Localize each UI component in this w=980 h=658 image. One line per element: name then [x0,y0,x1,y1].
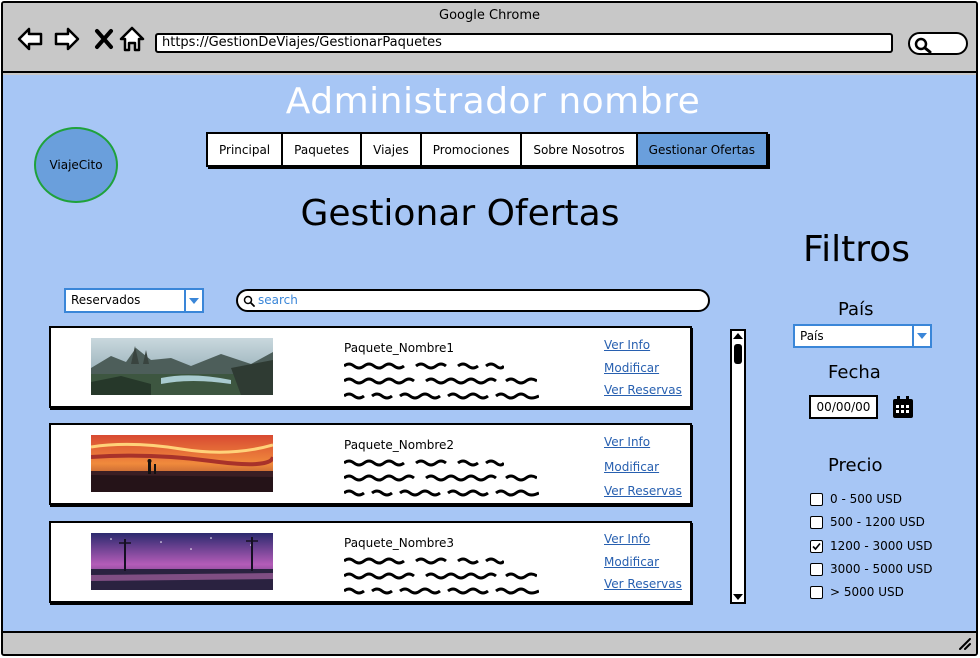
placeholder-text [344,489,539,497]
tab-gestionar-ofertas[interactable]: Gestionar Ofertas [637,134,766,165]
date-label: Fecha [828,362,881,383]
forward-arrow-icon[interactable] [53,25,81,53]
placeholder-text [344,459,504,467]
price-option-label: > 5000 USD [830,585,904,599]
view-reservations-link[interactable]: Ver Reservas [604,383,682,397]
close-icon[interactable] [91,25,119,53]
package-name: Paquete_Nombre1 [344,341,455,355]
scroll-thumb[interactable] [734,344,742,364]
search-placeholder: search [258,293,298,307]
package-image [91,435,273,492]
resize-grip-icon[interactable] [958,638,972,650]
package-name: Paquete_Nombre3 [344,536,455,550]
page-content: Administrador nombre ViajeCito Principal… [3,75,976,631]
calendar-icon[interactable] [892,396,914,419]
view-info-link[interactable]: Ver Info [604,338,650,352]
status-dropdown-value: Reservados [71,293,141,307]
tab-viajes[interactable]: Viajes [362,134,422,165]
placeholder-text [344,557,504,565]
placeholder-text [344,572,537,580]
status-dropdown[interactable]: Reservados [64,288,204,313]
chevron-down-icon[interactable] [184,290,202,311]
placeholder-text [344,362,504,370]
modify-link[interactable]: Modificar [604,460,659,474]
placeholder-text [344,474,537,482]
tab-paquetes[interactable]: Paquetes [283,134,363,165]
search-input[interactable]: search [236,289,710,312]
price-checkbox[interactable] [810,493,823,506]
country-dropdown-value: País [800,329,824,343]
price-checkbox[interactable] [810,516,823,529]
logo[interactable]: ViajeCito [34,127,118,203]
modify-link[interactable]: Modificar [604,361,659,375]
admin-title: Administrador nombre [285,81,701,122]
logo-text: ViajeCito [49,158,103,172]
price-checkbox[interactable] [810,563,823,576]
modify-link[interactable]: Modificar [604,555,659,569]
address-bar[interactable]: https://GestionDeViajes/GestionarPaquete… [155,33,893,53]
check-icon [812,542,821,551]
placeholder-text [344,587,539,595]
view-info-link[interactable]: Ver Info [604,435,650,449]
placeholder-text [344,392,539,400]
view-reservations-link[interactable]: Ver Reservas [604,577,682,591]
browser-title: Google Chrome [439,8,540,23]
package-card: Paquete_Nombre1 Ver Info Modificar Ver R… [49,326,692,408]
browser-status-bar [3,631,976,654]
price-option-label: 1200 - 3000 USD [830,539,933,553]
view-reservations-link[interactable]: Ver Reservas [604,484,682,498]
scroll-down-icon[interactable] [733,593,743,601]
view-info-link[interactable]: Ver Info [604,532,650,546]
browser-window: Google Chrome https://GestionDeViajes/Ge… [1,1,978,656]
magnifier-icon [914,37,932,53]
package-card: Paquete_Nombre3 Ver Info Modificar Ver R… [49,521,692,603]
tab-sobre-nosotros[interactable]: Sobre Nosotros [522,134,638,165]
price-option-label: 500 - 1200 USD [830,515,925,529]
price-label: Precio [828,455,883,476]
tab-promociones[interactable]: Promociones [421,134,523,165]
scroll-up-icon[interactable] [733,332,743,340]
country-label: País [838,299,874,320]
list-scrollbar[interactable] [730,329,746,604]
placeholder-text [344,377,537,385]
back-arrow-icon[interactable] [16,25,44,53]
chevron-down-icon[interactable] [912,326,930,346]
package-card: Paquete_Nombre2 Ver Info Modificar Ver R… [49,423,692,505]
package-name: Paquete_Nombre2 [344,438,455,452]
home-icon[interactable] [118,25,146,53]
package-image [91,338,273,395]
browser-search-field[interactable] [908,32,968,55]
page-title: Gestionar Ofertas [300,193,620,234]
price-checkbox[interactable] [810,586,823,599]
price-option-label: 3000 - 5000 USD [830,562,933,576]
filters-title: Filtros [803,229,910,270]
browser-toolbar: Google Chrome https://GestionDeViajes/Ge… [3,3,976,73]
package-image [91,533,273,590]
country-dropdown[interactable]: País [793,324,932,348]
price-checkbox[interactable] [810,540,823,553]
tab-principal[interactable]: Principal [208,134,284,165]
nav-tabs: Principal Paquetes Viajes Promociones Sobre … [206,132,768,167]
search-icon [243,295,255,307]
date-input[interactable]: 00/00/00 [809,395,878,419]
price-option-label: 0 - 500 USD [830,492,902,506]
